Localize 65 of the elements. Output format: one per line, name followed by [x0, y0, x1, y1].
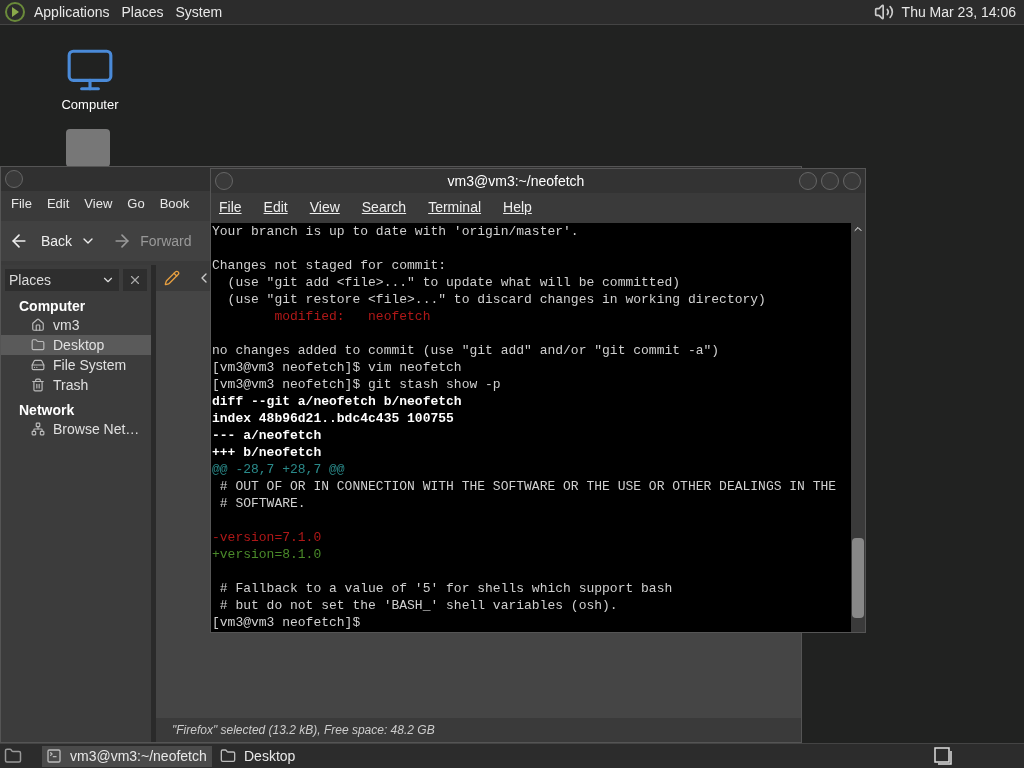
menu-item[interactable]: View [84, 194, 113, 214]
terminal-line: # but do not set the 'BASH_' shell variables (osh). [218, 597, 618, 614]
menu-item[interactable]: Book [159, 194, 190, 214]
trash-icon [31, 378, 45, 392]
clock[interactable]: Thu Mar 23, 14:06 [901, 1, 1016, 23]
menu-item[interactable]: Go [127, 194, 145, 214]
panel-menu[interactable]: Places [121, 1, 164, 23]
sidebar-item[interactable]: vm3 [1, 315, 151, 335]
panel-menu[interactable]: Applications [34, 1, 110, 23]
menu-item[interactable]: Edit [263, 196, 288, 218]
terminal-line: Your branch is up to date with 'origin/master'. [212, 223, 579, 240]
close-button[interactable] [123, 269, 147, 291]
drive-icon [31, 358, 45, 372]
terminal-line: (use "git add <file>..." to update what will be committed) [226, 274, 681, 291]
show-desktop-icon[interactable] [4, 747, 22, 765]
menu-item[interactable]: Help [503, 196, 532, 218]
terminal-line: @@ -28,7 +28,7 @@ [212, 461, 345, 478]
terminal-line: diff --git a/neofetch b/neofetch [212, 393, 462, 410]
menu-item[interactable]: View [309, 196, 340, 218]
window-title: vm3@vm3:~/neofetch [446, 171, 586, 191]
scrollbar[interactable] [851, 223, 865, 632]
section-heading: Network [18, 401, 76, 419]
terminal-line: --- a/neofetch [212, 427, 322, 444]
menu-item[interactable]: Search [361, 196, 407, 218]
menu-item[interactable]: Terminal [428, 196, 482, 218]
terminal-line: -version=7.1.0 [212, 529, 322, 546]
sidebar-item[interactable]: Browse Net… [1, 419, 151, 439]
scrollbar-thumb[interactable] [852, 538, 864, 618]
section-heading: Computer [18, 297, 87, 315]
close-icon [128, 273, 142, 287]
workspace-icon[interactable] [934, 747, 952, 765]
sidebar-item[interactable]: Trash [1, 375, 151, 395]
network-icon [31, 422, 45, 436]
back-button[interactable]: Back [9, 230, 73, 252]
menu-item[interactable]: Edit [46, 194, 70, 214]
terminal-line: [vm3@vm3 neofetch]$ git stash show -p [212, 376, 501, 393]
folder-icon [220, 748, 236, 764]
terminal-line: modified: neofetch [273, 308, 431, 325]
terminal-line: Changes not staged for commit: [212, 257, 447, 274]
terminal-line: # SOFTWARE. [218, 495, 306, 512]
taskbar-item[interactable]: vm3@vm3:~/neofetch [42, 745, 212, 767]
taskbar-item[interactable]: Desktop [216, 745, 300, 767]
menu-item[interactable]: File [219, 196, 242, 218]
terminal-line: no changes added to commit (use "git add" and/or "git commit -a") [212, 342, 720, 359]
terminal-line: # OUT OF OR IN CONNECTION WITH THE SOFTWARE OR THE USE OR OTHER DEALINGS IN THE [218, 478, 837, 495]
terminal-line: (use "git restore <file>..." to discard changes in working directory) [226, 291, 766, 308]
places-dropdown[interactable]: Places [5, 269, 119, 291]
sidebar-item[interactable]: Desktop [1, 335, 151, 355]
panel-menu[interactable]: System [175, 1, 223, 23]
home-icon [31, 318, 45, 332]
status-text: "Firefox" selected (13.2 kB), Free space: 48.2 GB [172, 722, 435, 739]
terminal-line: +version=8.1.0 [212, 546, 322, 563]
volume-icon[interactable] [873, 2, 894, 22]
menu-item[interactable]: File [11, 194, 32, 214]
terminal-icon [46, 748, 62, 764]
logo-icon[interactable] [4, 1, 26, 23]
terminal-line: +++ b/neofetch [212, 444, 322, 461]
sidebar-item[interactable]: File System [1, 355, 151, 375]
terminal-line: # Fallback to a value of '5' for shells which support bash [218, 580, 673, 597]
forward-button[interactable]: Forward [112, 230, 192, 252]
desktop-icon-label[interactable]: Computer [61, 95, 119, 115]
edit-icon[interactable] [164, 270, 180, 286]
terminal-line: [vm3@vm3 neofetch]$ [212, 614, 361, 631]
terminal-line: [vm3@vm3 neofetch]$ vim neofetch [212, 359, 462, 376]
terminal-line: index 48b96d21..bdc4c435 100755 [212, 410, 454, 427]
